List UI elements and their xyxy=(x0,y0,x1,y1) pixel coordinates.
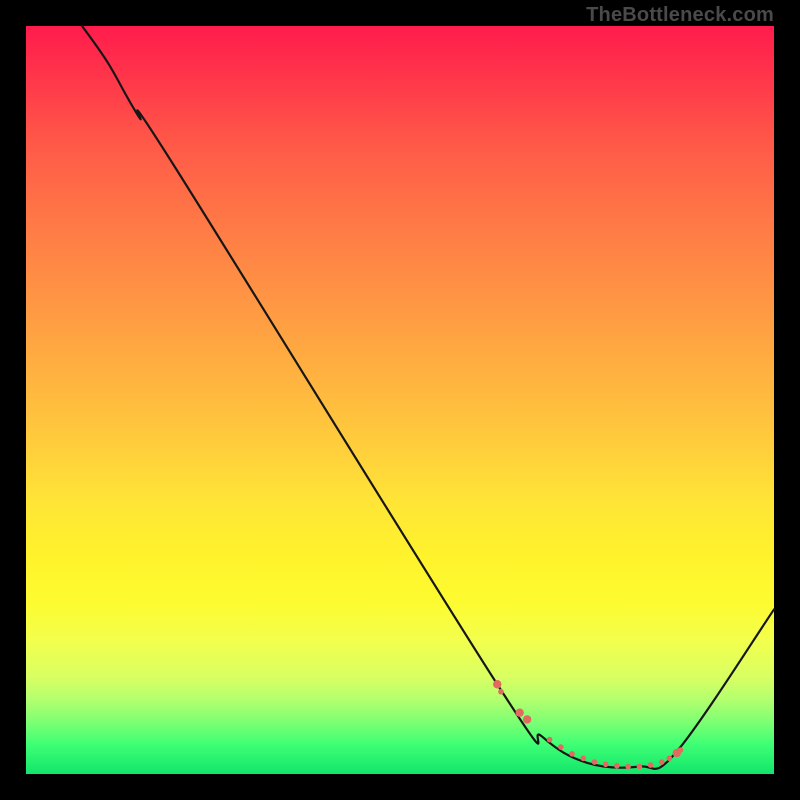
marker-point xyxy=(659,759,665,765)
marker-point xyxy=(614,763,620,769)
marker-point xyxy=(648,762,654,768)
marker-point xyxy=(493,680,501,688)
marker-point xyxy=(592,759,598,765)
marker-point xyxy=(547,737,553,743)
marker-point xyxy=(678,747,684,753)
attribution-text: TheBottleneck.com xyxy=(586,4,774,27)
marker-point xyxy=(515,708,523,716)
chart-frame: TheBottleneck.com xyxy=(0,0,800,800)
marker-layer xyxy=(493,680,683,769)
marker-point xyxy=(666,755,672,761)
marker-point xyxy=(498,689,504,695)
plot-area xyxy=(26,26,774,774)
marker-point xyxy=(558,744,564,750)
marker-point xyxy=(625,764,631,770)
marker-point xyxy=(523,715,531,723)
marker-point xyxy=(637,764,643,770)
curve-line xyxy=(82,26,774,769)
marker-point xyxy=(569,751,575,757)
marker-point xyxy=(603,761,609,767)
chart-svg xyxy=(26,26,774,774)
marker-point xyxy=(580,755,586,761)
